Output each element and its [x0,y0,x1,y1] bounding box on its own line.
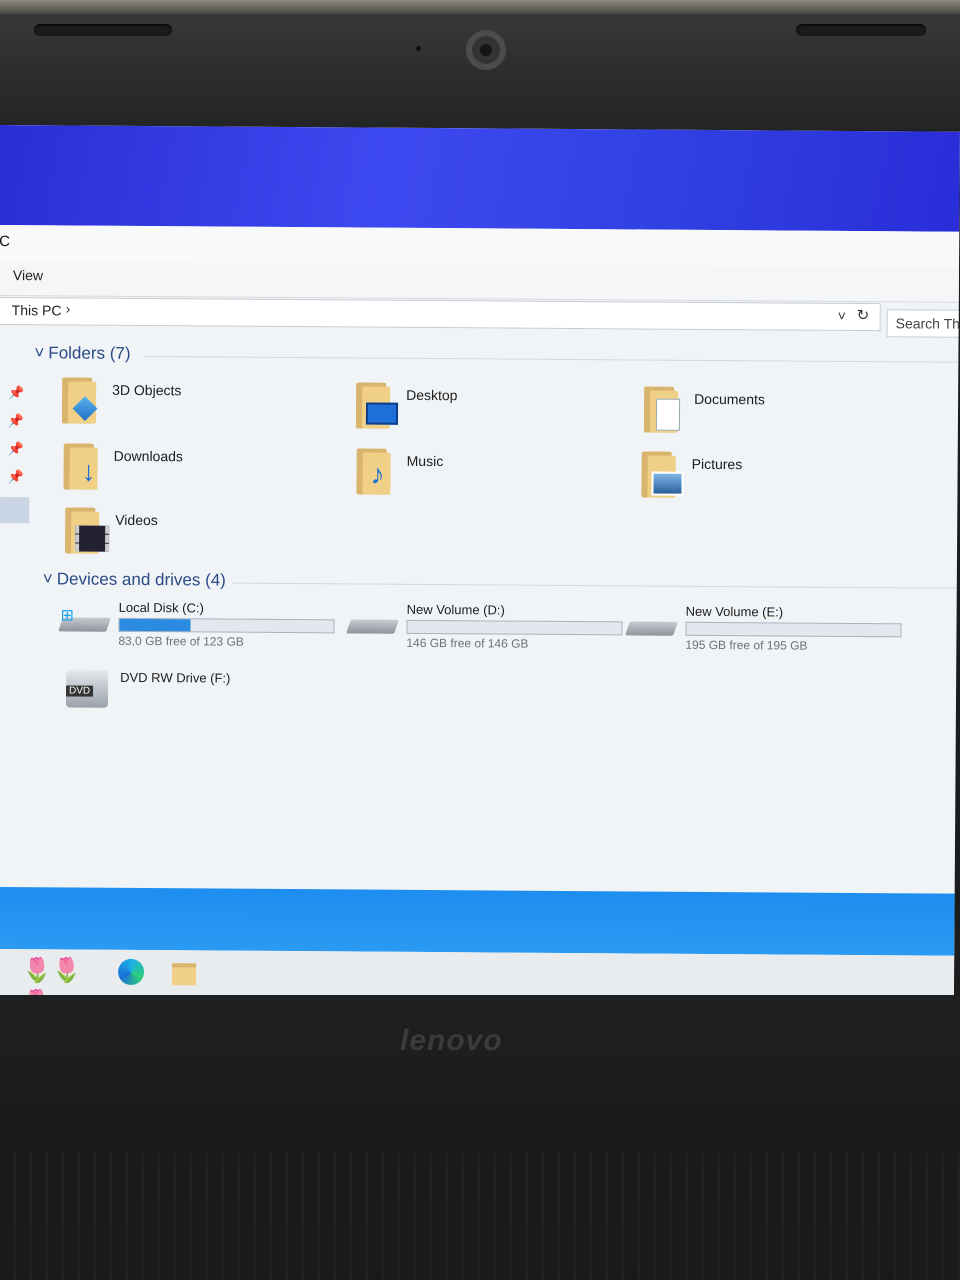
devices-group-header[interactable]: ˅ Devices and drives (4) [43,569,226,590]
music-folder-icon: ♪ [352,448,394,495]
hard-drive-icon [346,619,399,634]
keyboard-edge [0,1150,960,1280]
file-explorer-icon[interactable] [171,956,200,988]
chevron-down-icon[interactable]: ˅ [34,343,44,362]
laptop-bezel-top [0,0,960,130]
tulips-icon[interactable]: 🌷🌷🌷 [22,955,96,1002]
breadcrumb-this-pc[interactable]: This PC [12,302,62,318]
breadcrumb-chevron-icon[interactable]: › [66,300,71,316]
navigation-pane: 📌 📌 📌 📌 [0,325,31,805]
address-dropdown-icon[interactable]: ˅ [838,308,846,324]
windows-logo-icon: ⊞ [60,607,75,625]
ribbon-tab-view[interactable]: View [13,267,43,283]
drive-usage-bar [685,621,902,638]
mic-dot [416,46,421,51]
speaker-grille-left [34,24,172,36]
drive-free-space: 146 GB free of 146 GB [406,635,529,651]
drive-label: New Volume (D:) [406,601,505,618]
drive-label: Local Disk (C:) [118,599,204,616]
dvd-drive-icon: DVD [65,669,109,708]
folder-label: 3D Objects [112,381,182,399]
taskbar-accent [0,886,955,956]
speaker-grille-right [796,24,926,36]
chevron-down-icon[interactable]: ˅ [43,569,53,588]
background-strip [0,0,960,14]
drive-free-space: 195 GB free of 195 GB [685,637,808,653]
folder-label: Pictures [691,455,743,473]
pin-icon[interactable]: 📌 [8,441,24,457]
ribbon: View [0,260,960,303]
screen: C View This PC › ˅ ↻ Search Thi 📌 📌 📌 📌 … [0,125,960,1002]
pin-icon[interactable]: 📌 [7,469,23,485]
pin-icon[interactable]: 📌 [8,385,24,401]
search-input[interactable]: Search Thi [886,309,960,338]
drive-label: DVD RW Drive (F:) [120,669,231,686]
brand-logo: lenovo [400,1024,503,1057]
3d-objects-icon [58,377,100,424]
folder-label: Desktop [406,386,458,404]
pin-icon[interactable]: 📌 [8,413,24,429]
folder-label: Downloads [113,447,184,465]
group-divider [144,356,959,363]
folder-label: Videos [115,511,158,529]
desktop-folder-icon [352,382,399,429]
address-bar[interactable]: This PC › ˅ ↻ [0,296,881,332]
window-title-fragment: C [0,232,11,251]
drive-usage-bar [118,617,335,634]
drive-free-space: 83,0 GB free of 123 GB [118,633,244,649]
title-bar [0,125,960,232]
folder-label: Documents [694,390,765,408]
refresh-icon[interactable]: ↻ [857,306,870,324]
folders-group-header[interactable]: ˅ Folders (7) [34,343,130,364]
nav-item-this-pc-selected[interactable] [0,496,30,524]
documents-folder-icon [640,386,682,433]
drive-usage-bar [406,619,623,636]
search-placeholder: Search Thi [895,315,960,332]
videos-folder-icon [61,507,110,554]
pictures-folder-icon [637,451,684,498]
hard-drive-icon [625,621,678,636]
edge-icon[interactable] [118,956,146,988]
webcam [466,30,506,70]
drive-label: New Volume (E:) [685,603,784,620]
downloads-folder-icon: ↓ [59,443,101,490]
taskbar: 🌷🌷🌷 [0,948,955,1002]
folder-label: Music [406,452,444,470]
group-divider [232,582,957,589]
